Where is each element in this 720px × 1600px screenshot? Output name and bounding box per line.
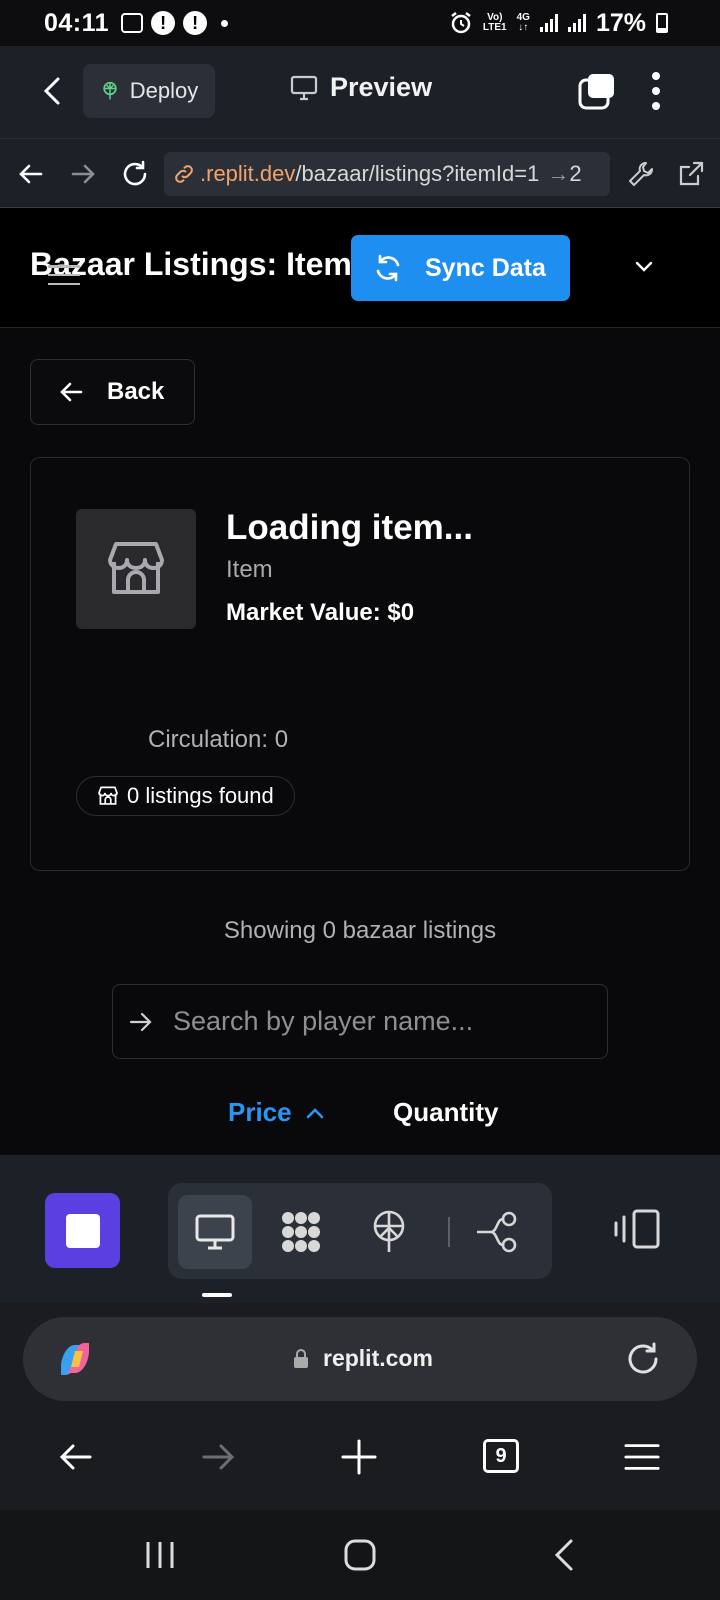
gallery-notification-icon: [121, 13, 144, 33]
deploy-tool-button[interactable]: [352, 1195, 426, 1269]
menu-icon[interactable]: [48, 265, 80, 285]
replit-top-bar: Deploy Preview: [0, 46, 720, 138]
item-type: Item: [226, 556, 273, 583]
open-external-icon[interactable]: [676, 159, 706, 189]
workspace-tools: [168, 1183, 552, 1279]
results-summary: Showing 0 bazaar listings: [223, 917, 497, 944]
preview-tool-button[interactable]: [178, 1195, 252, 1269]
new-tab-icon[interactable]: [341, 1439, 377, 1475]
browser-address-bar[interactable]: replit.com: [23, 1317, 697, 1401]
arrow-left-icon[interactable]: [16, 159, 46, 189]
listings-count-badge: 0 listings found: [76, 776, 295, 816]
browser-nav: 9: [0, 1403, 720, 1510]
browser-forward-icon[interactable]: [200, 1439, 236, 1475]
more-notifications-icon: [221, 19, 229, 27]
reload-icon[interactable]: [625, 1341, 661, 1377]
item-name: Loading item...: [226, 508, 473, 547]
arrow-right-icon[interactable]: [68, 159, 98, 189]
sync-data-label: Sync Data: [425, 253, 546, 282]
chevron-left-icon[interactable]: [42, 76, 62, 106]
chevron-up-icon: [306, 1107, 323, 1118]
preview-label: Preview: [330, 72, 433, 102]
deploy-icon: [103, 81, 117, 100]
monitor-icon: [290, 75, 318, 100]
tab-count-button[interactable]: 9: [483, 1439, 519, 1473]
stop-icon: [65, 1213, 100, 1248]
market-value: Market Value: $0: [226, 599, 415, 626]
browser-domain: replit.com: [293, 1345, 433, 1372]
url-trailing: 2: [569, 161, 582, 186]
apps-grid-icon: [282, 1212, 320, 1252]
alert-notification-icon: !: [183, 11, 208, 35]
toolbar-divider: [448, 1217, 450, 1247]
listings-count-label: 0 listings found: [127, 783, 274, 808]
active-tab-indicator: [202, 1293, 232, 1297]
git-branch-icon: [477, 1211, 517, 1253]
arrow-left-icon: [60, 382, 83, 402]
arrow-right-icon: [129, 1012, 152, 1031]
replit-bottom-toolbar: [0, 1155, 720, 1303]
lock-icon: [294, 1348, 308, 1368]
system-nav-bar: [0, 1510, 720, 1600]
domain-label: replit.com: [323, 1345, 433, 1371]
system-back-icon[interactable]: [547, 1538, 581, 1572]
main-content: Back Loading item... Item Market Value: …: [0, 329, 720, 1155]
item-image: [76, 509, 196, 629]
deploy-button[interactable]: Deploy: [83, 64, 215, 118]
back-label: Back: [107, 378, 165, 405]
monitor-icon: [195, 1214, 235, 1250]
network-type: 4G ↓↑: [516, 12, 530, 33]
sync-data-button[interactable]: Sync Data: [351, 235, 570, 301]
battery-percent: 17%: [595, 8, 646, 37]
recent-apps-icon[interactable]: [143, 1538, 177, 1572]
circulation: Circulation: 0: [148, 726, 289, 753]
store-icon: [108, 542, 164, 594]
wrench-icon[interactable]: [626, 159, 656, 189]
status-right: Vo) LTE1 4G ↓↑ 17%: [449, 0, 668, 46]
chevron-down-icon[interactable]: [634, 256, 654, 276]
battery-icon: [656, 13, 668, 33]
git-tool-button[interactable]: [460, 1195, 534, 1269]
search-input[interactable]: [173, 1006, 607, 1037]
sort-by-price[interactable]: Price: [228, 1097, 324, 1128]
preview-title: Preview: [290, 72, 432, 103]
home-icon[interactable]: [343, 1538, 377, 1572]
alarm-icon: [451, 12, 471, 34]
sort-price-label: Price: [228, 1097, 292, 1127]
stop-button[interactable]: [45, 1193, 120, 1268]
store-icon: [98, 786, 118, 805]
alert-notification-icon: !: [151, 11, 176, 35]
url-host: .replit.dev: [200, 161, 296, 186]
page-header: Bazaar Listings: Item Sync Data: [0, 208, 720, 328]
url-arrow-icon: →: [547, 161, 570, 186]
signal-icon: [567, 14, 586, 32]
link-icon: [175, 165, 193, 183]
url-field[interactable]: .replit.dev/bazaar/listings?itemId=1 → 2: [164, 152, 610, 196]
notification-icons: ! !: [121, 11, 229, 35]
signal-icon: [539, 14, 558, 32]
volte-label: Vo) LTE1: [482, 12, 507, 33]
item-card: Loading item... Item Market Value: $0 Ci…: [30, 457, 690, 871]
apps-tool-button[interactable]: [264, 1195, 338, 1269]
sort-by-quantity[interactable]: Quantity: [393, 1097, 498, 1128]
browser-back-icon[interactable]: [58, 1439, 94, 1475]
device-preview-icon[interactable]: [612, 1207, 662, 1251]
tabs-icon[interactable]: [578, 72, 616, 110]
hamburger-menu-icon[interactable]: [624, 1439, 660, 1475]
more-options-icon[interactable]: [650, 72, 662, 110]
sync-icon: [376, 254, 400, 282]
deploy-label: Deploy: [129, 78, 199, 103]
back-button[interactable]: Back: [30, 359, 195, 425]
url-path: /bazaar/listings?itemId=1: [295, 161, 540, 186]
browser-address-area: replit.com: [0, 1303, 720, 1403]
status-time: 04:11: [44, 8, 110, 37]
deploy-icon: [373, 1210, 405, 1252]
refresh-icon[interactable]: [120, 159, 150, 189]
preview-url-bar: .replit.dev/bazaar/listings?itemId=1 → 2: [0, 138, 720, 208]
status-bar: 04:11 ! ! Vo) LTE1 4G ↓↑ 17%: [0, 0, 720, 46]
player-search[interactable]: [112, 984, 608, 1059]
copilot-icon[interactable]: [53, 1337, 97, 1381]
